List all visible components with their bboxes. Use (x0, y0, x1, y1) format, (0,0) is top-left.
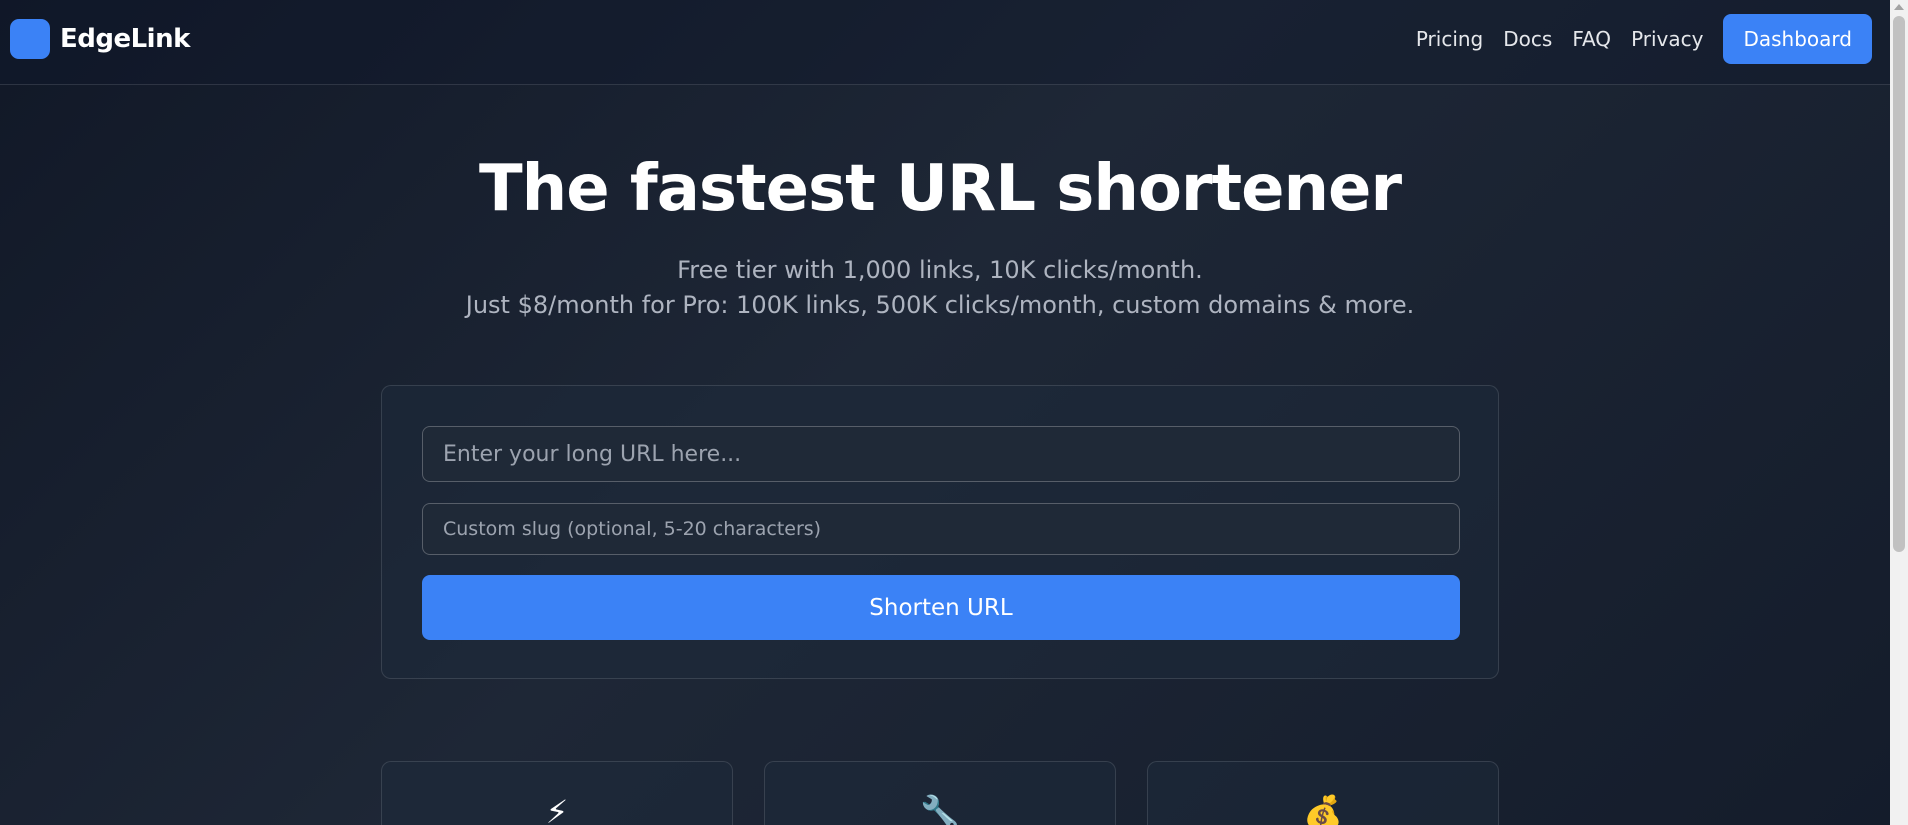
shorten-url-button[interactable]: Shorten URL (422, 575, 1460, 640)
wrench-icon: 🔧 (920, 793, 960, 825)
hero-title: The fastest URL shortener (478, 152, 1402, 226)
feature-card-speed: ⚡ (381, 761, 733, 825)
top-header: EdgeLink Pricing Docs FAQ Privacy Dashbo… (0, 0, 1890, 85)
nav-link-privacy[interactable]: Privacy (1631, 27, 1703, 51)
nav-link-pricing[interactable]: Pricing (1416, 27, 1483, 51)
main-nav: Pricing Docs FAQ Privacy Dashboard (1396, 14, 1872, 64)
scroll-up-arrow-icon[interactable] (1894, 4, 1904, 10)
hero-subtitle-line2: Just $8/month for Pro: 100K links, 500K … (465, 291, 1415, 319)
feature-card-tools: 🔧 (764, 761, 1116, 825)
nav-link-docs[interactable]: Docs (1503, 27, 1552, 51)
hero-subtitle-line1: Free tier with 1,000 links, 10K clicks/m… (677, 256, 1203, 284)
money-bag-icon: 💰 (1303, 793, 1343, 825)
long-url-input[interactable] (422, 426, 1460, 482)
scrollbar-thumb[interactable] (1893, 16, 1905, 552)
logo-icon (10, 19, 50, 59)
lightning-icon: ⚡ (545, 793, 569, 825)
brand-logo[interactable]: EdgeLink (10, 19, 190, 59)
brand-name: EdgeLink (60, 24, 190, 54)
dashboard-button[interactable]: Dashboard (1723, 14, 1872, 64)
page: EdgeLink Pricing Docs FAQ Privacy Dashbo… (0, 0, 1890, 825)
nav-link-faq[interactable]: FAQ (1572, 27, 1611, 51)
custom-slug-input[interactable] (422, 503, 1460, 555)
shorten-form-card: Shorten URL (381, 385, 1499, 679)
feature-card-pricing: 💰 (1147, 761, 1499, 825)
vertical-scrollbar[interactable] (1890, 0, 1908, 825)
